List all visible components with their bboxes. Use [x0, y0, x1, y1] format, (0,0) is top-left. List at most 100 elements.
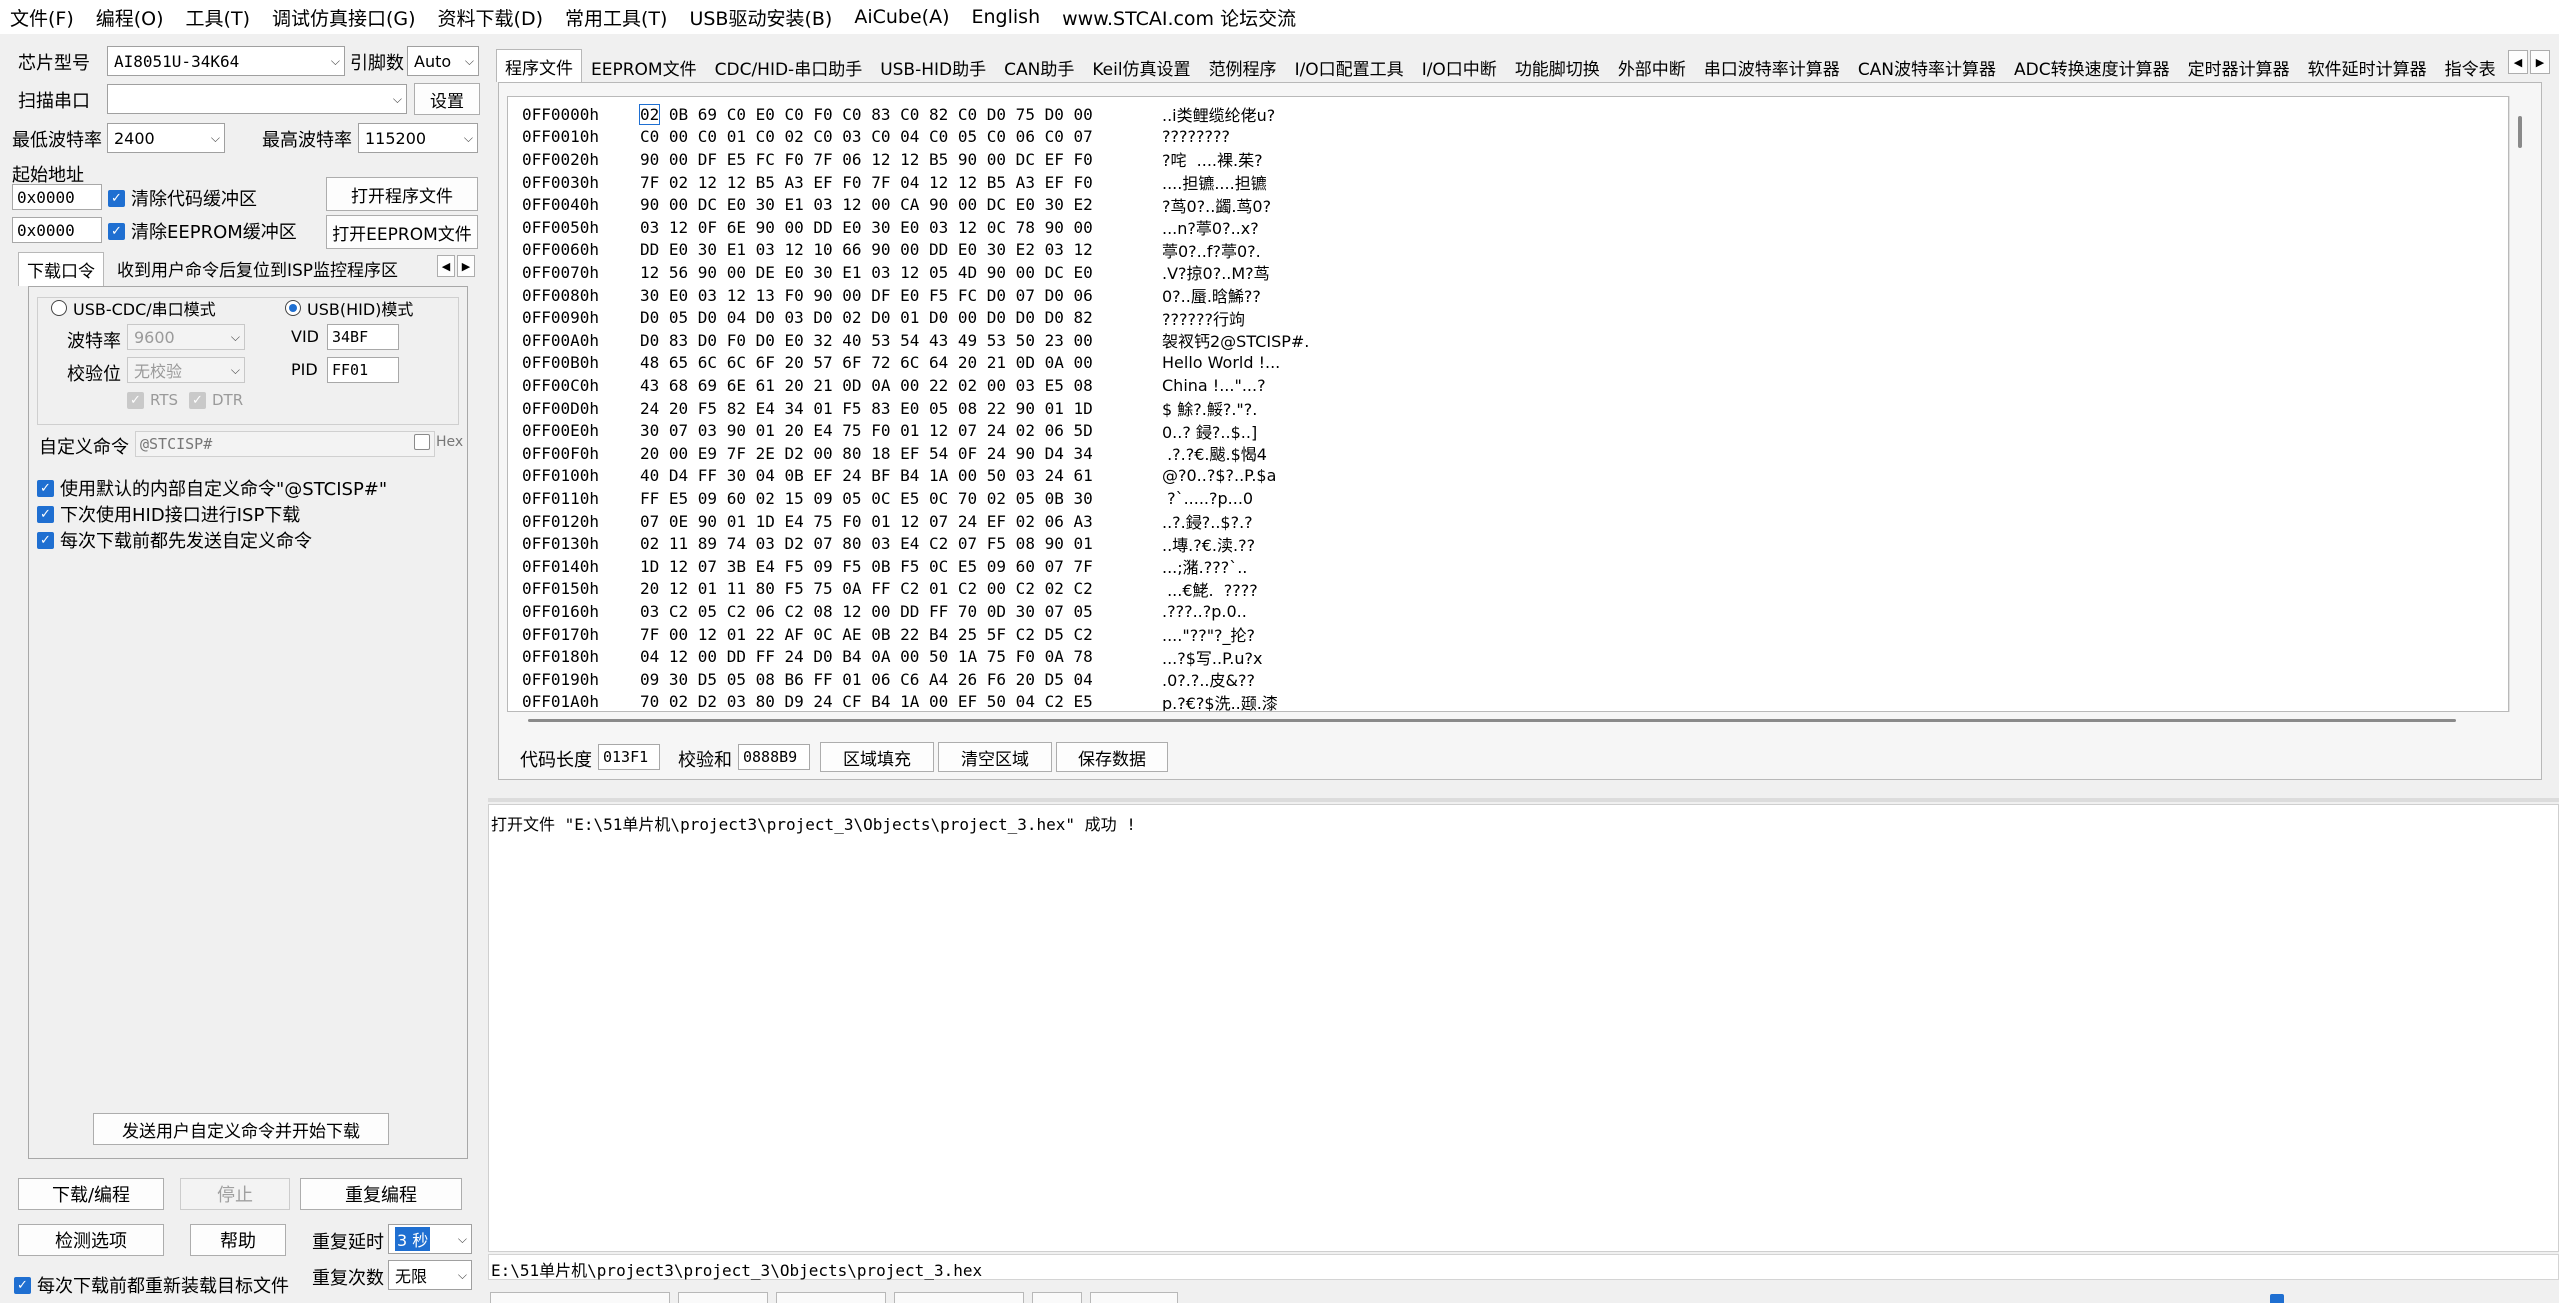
repeat-program-button[interactable]: 重复编程 — [300, 1178, 462, 1210]
code-start-address-input[interactable]: 0x0000 — [12, 184, 102, 210]
hex-ascii[interactable]: ...n?葶0?..x? — [1162, 215, 1562, 239]
hex-bytes[interactable]: 30 E0 03 12 13 F0 90 00 DF E0 F5 FC D0 0… — [640, 286, 1162, 305]
clear-eeprom-buffer-option[interactable]: ✓ 清除EEPROM缓冲区 — [108, 218, 297, 244]
hex-bytes[interactable]: D0 83 D0 F0 D0 E0 32 40 53 54 43 49 53 5… — [640, 331, 1162, 350]
hex-row[interactable]: 0FF0070h 12 56 90 00 DE E0 30 E1 03 12 05… — [522, 261, 1562, 284]
menu-item-9[interactable]: www.STCAI.com 论坛交流 — [1062, 4, 1308, 31]
tab-10[interactable]: 外部中断 — [1609, 52, 1695, 82]
hex-bytes[interactable]: 7F 02 12 12 B5 A3 EF F0 7F 04 12 12 B5 A… — [640, 173, 1162, 192]
hex-ascii[interactable]: ...;潴.???`.. — [1162, 554, 1562, 578]
tab-15[interactable]: 软件延时计算器 — [2299, 52, 2436, 82]
hex-ascii[interactable]: ?`.....?p...0 — [1162, 489, 1562, 508]
use-default-command-option[interactable]: ✓ 使用默认的内部自定义命令"@STCISP#" — [37, 475, 387, 501]
tab-scroll-right-icon[interactable]: ▶ — [457, 255, 475, 277]
hex-row[interactable]: 0FF0000h 02 0B 69 C0 E0 C0 F0 C0 83 C0 82… — [522, 103, 1562, 126]
hex-ascii[interactable]: ?茑0?..蠲.茑0? — [1162, 193, 1562, 217]
tab-7[interactable]: I/O口配置工具 — [1286, 52, 1413, 82]
hex-bytes[interactable]: 03 12 0F 6E 90 00 DD E0 30 E0 03 12 0C 7… — [640, 218, 1162, 237]
tab-6[interactable]: 范例程序 — [1200, 52, 1286, 82]
hex-bytes[interactable]: 20 12 01 11 80 F5 75 0A FF C2 01 C2 00 C… — [640, 579, 1162, 598]
check-options-button[interactable]: 检测选项 — [18, 1224, 164, 1256]
hex-bytes[interactable]: 04 12 00 DD FF 24 D0 B4 0A 00 50 1A 75 F… — [640, 647, 1162, 666]
tab-8[interactable]: I/O口中断 — [1413, 52, 1506, 82]
hex-ascii[interactable]: ???????? — [1162, 127, 1562, 146]
hex-row[interactable]: 0FF0110h FF E5 09 60 02 15 09 05 0C E5 0C… — [522, 487, 1562, 510]
hex-ascii[interactable]: ??????行竘 — [1162, 306, 1562, 330]
hex-row[interactable]: 0FF0160h 03 C2 05 C2 06 C2 08 12 00 DD FF… — [522, 600, 1562, 623]
hex-row[interactable]: 0FF0100h 40 D4 FF 30 04 0B EF 24 BF B4 1A… — [522, 465, 1562, 488]
tab-2[interactable]: CDC/HID-串口助手 — [706, 52, 872, 82]
repeat-count-select[interactable]: 无限 ⌵ — [388, 1260, 472, 1290]
usb-hid-mode-radio[interactable]: USB(HID)模式 — [285, 296, 413, 320]
hex-bytes[interactable]: 09 30 D5 05 08 B6 FF 01 06 C6 A4 26 F6 2… — [640, 670, 1162, 689]
hex-ascii[interactable]: 袈衩钙2@STCISP#. — [1162, 328, 1562, 352]
hex-row[interactable]: 0FF0020h 90 00 DF E5 FC F0 7F 06 12 12 B5… — [522, 148, 1562, 171]
hex-row[interactable]: 0FF00D0h 24 20 F5 82 E4 34 01 F5 83 E0 05… — [522, 397, 1562, 420]
tab-11[interactable]: 串口波特率计算器 — [1695, 52, 1849, 82]
hex-bytes[interactable]: 1D 12 07 3B E4 F5 09 F5 0B F5 0C E5 09 6… — [640, 557, 1162, 576]
parity-select[interactable]: 无校验 ⌵ — [127, 357, 245, 383]
hex-ascii[interactable]: ...."??"?_抡? — [1162, 622, 1562, 646]
settings-button[interactable]: 设置 — [414, 83, 480, 115]
hex-row[interactable]: 0FF0040h 90 00 DC E0 30 E1 03 12 00 CA 90… — [522, 193, 1562, 216]
hex-row[interactable]: 0FF0140h 1D 12 07 3B E4 F5 09 F5 0B F5 0C… — [522, 555, 1562, 578]
menu-item-0[interactable]: 文件(F) — [10, 4, 86, 31]
hex-row[interactable]: 0FF0170h 7F 00 12 01 22 AF 0C AE 0B 22 B4… — [522, 623, 1562, 646]
use-hid-next-option[interactable]: ✓ 下次使用HID接口进行ISP下载 — [37, 501, 300, 527]
download-program-button[interactable]: 下载/编程 — [18, 1178, 164, 1210]
stop-button[interactable]: 停止 — [180, 1178, 290, 1210]
hex-bytes[interactable]: 20 00 E9 7F 2E D2 00 80 18 EF 54 0F 24 9… — [640, 444, 1162, 463]
hex-bytes[interactable]: 7F 00 12 01 22 AF 0C AE 0B 22 B4 25 5F C… — [640, 625, 1162, 644]
tab-0[interactable]: 程序文件 — [496, 49, 582, 82]
hex-row[interactable]: 0FF00F0h 20 00 E9 7F 2E D2 00 80 18 EF 54… — [522, 442, 1562, 465]
hex-row[interactable]: 0FF00A0h D0 83 D0 F0 D0 E0 32 40 53 54 43… — [522, 329, 1562, 352]
repeat-delay-select[interactable]: 3 秒 ⌵ — [388, 1224, 472, 1254]
hex-ascii[interactable]: p.?€?$洗..颋.漆 — [1162, 690, 1562, 711]
pins-select[interactable]: Auto ⌵ — [407, 46, 479, 76]
hex-row[interactable]: 0FF01A0h 70 02 D2 03 80 D9 24 CF B4 1A 00… — [522, 690, 1562, 711]
clear-region-button[interactable]: 清空区域 — [938, 742, 1052, 772]
reload-target-file-option[interactable]: ✓ 每次下载前都重新装载目标文件 — [14, 1272, 289, 1298]
hex-bytes[interactable]: 03 C2 05 C2 06 C2 08 12 00 DD FF 70 0D 3… — [640, 602, 1162, 621]
hex-ascii[interactable]: ...?$写..P.u?x — [1162, 645, 1562, 669]
hex-bytes[interactable]: 02 0B 69 C0 E0 C0 F0 C0 83 C0 82 C0 D0 7… — [638, 103, 1162, 125]
menu-item-4[interactable]: 资料下载(D) — [438, 4, 555, 31]
tab-13[interactable]: ADC转换速度计算器 — [2005, 52, 2179, 82]
hex-bytes[interactable]: D0 05 D0 04 D0 03 D0 02 D0 01 D0 00 D0 D… — [640, 308, 1162, 327]
hex-ascii[interactable]: .?.?€.颰.$愒4 — [1162, 441, 1562, 465]
tab-14[interactable]: 定时器计算器 — [2179, 52, 2299, 82]
menu-item-2[interactable]: 工具(T) — [186, 4, 262, 31]
hex-ascii[interactable]: .???..?p.0.. — [1162, 602, 1562, 621]
hex-ascii[interactable]: ...€鮱. ???? — [1162, 577, 1562, 601]
vertical-scrollbar[interactable] — [2509, 96, 2531, 712]
hex-bytes[interactable]: 90 00 DF E5 FC F0 7F 06 12 12 B5 90 00 D… — [640, 150, 1162, 169]
hex-ascii[interactable]: $ 鮽?.鮾?."?. — [1162, 396, 1562, 420]
tab-scroll-right-icon[interactable]: ▶ — [2530, 50, 2550, 74]
send-command-and-download-button[interactable]: 发送用户自定义命令并开始下载 — [93, 1113, 389, 1145]
hex-ascii[interactable]: .V?掠0?..M?茑 — [1162, 260, 1562, 284]
hex-bytes[interactable]: 02 11 89 74 03 D2 07 80 03 E4 C2 07 F5 0… — [640, 534, 1162, 553]
menu-item-1[interactable]: 编程(O) — [96, 4, 176, 31]
tab-1[interactable]: EEPROM文件 — [582, 52, 706, 82]
hex-row[interactable]: 0FF0080h 30 E0 03 12 13 F0 90 00 DF E0 F5… — [522, 284, 1562, 307]
eeprom-start-address-input[interactable]: 0x0000 — [12, 217, 102, 243]
hex-bytes[interactable]: 07 0E 90 01 1D E4 75 F0 01 12 07 24 EF 0… — [640, 512, 1162, 531]
hex-ascii[interactable]: @?0..?$?..P.$a — [1162, 466, 1562, 485]
rts-option[interactable]: ✓ RTS — [127, 391, 178, 409]
send-command-before-download-option[interactable]: ✓ 每次下载前都先发送自定义命令 — [37, 527, 312, 553]
hex-row[interactable]: 0FF0030h 7F 02 12 12 B5 A3 EF F0 7F 04 12… — [522, 171, 1562, 194]
dtr-option[interactable]: ✓ DTR — [189, 391, 243, 409]
hex-row[interactable]: 0FF0060h DD E0 30 E1 03 12 10 66 90 00 DD… — [522, 239, 1562, 262]
hex-ascii[interactable]: ..?.鋟?..$?.? — [1162, 509, 1562, 533]
hex-bytes[interactable]: 30 07 03 90 01 20 E4 75 F0 01 12 07 24 0… — [640, 421, 1162, 440]
splitter[interactable] — [488, 798, 2559, 802]
hex-row[interactable]: 0FF00E0h 30 07 03 90 01 20 E4 75 F0 01 12… — [522, 419, 1562, 442]
hex-row[interactable]: 0FF0050h 03 12 0F 6E 90 00 DD E0 30 E0 03… — [522, 216, 1562, 239]
port-select[interactable]: ⌵ — [107, 84, 407, 114]
hex-row[interactable]: 0FF0180h 04 12 00 DD FF 24 D0 B4 0A 00 50… — [522, 645, 1562, 668]
hex-bytes[interactable]: DD E0 30 E1 03 12 10 66 90 00 DD E0 30 E… — [640, 240, 1162, 259]
menu-item-6[interactable]: USB驱动安装(B) — [689, 4, 844, 31]
tab-12[interactable]: CAN波特率计算器 — [1849, 52, 2005, 82]
tab-9[interactable]: 功能脚切换 — [1506, 52, 1609, 82]
chip-select[interactable]: AI8051U-34K64 ⌵ — [107, 46, 345, 76]
